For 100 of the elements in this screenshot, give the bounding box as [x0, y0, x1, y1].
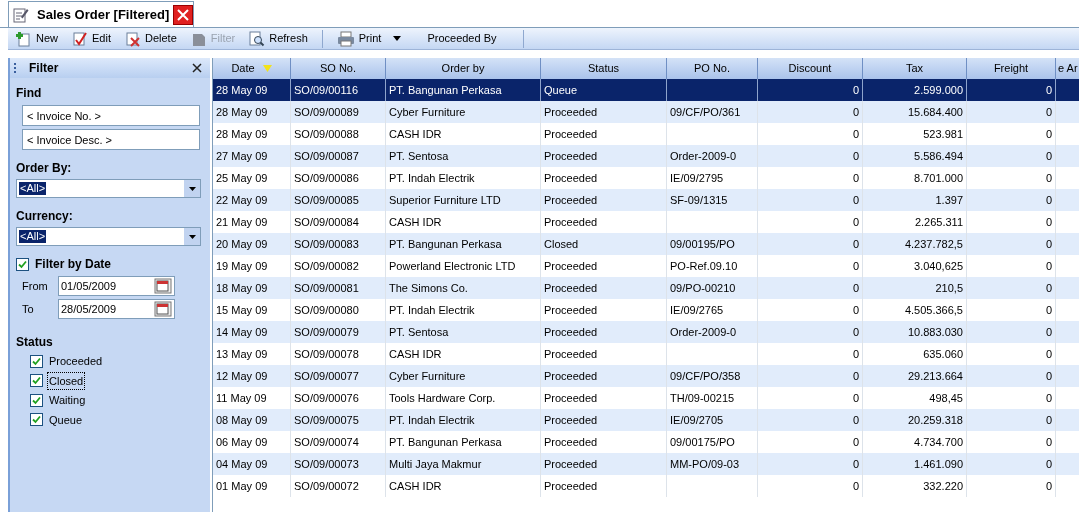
table-cell-text: SO/09/00077 — [294, 368, 359, 384]
checkbox[interactable] — [30, 393, 43, 407]
table-cell-text: Proceeded — [544, 412, 598, 428]
table-cell-text: SO/09/00079 — [294, 324, 359, 340]
table-cell-text: 15.684.400 — [907, 104, 963, 120]
table-cell-text: 8.701.000 — [914, 170, 963, 186]
table-cell-text: SO/09/00084 — [294, 214, 359, 230]
table-cell-text: 0 — [1045, 258, 1052, 274]
table-cell-text: 29.213.664 — [907, 368, 963, 384]
table-cell-text: Proceeded — [544, 104, 598, 120]
checkbox[interactable] — [30, 354, 43, 368]
proceeded-by-button[interactable]: Proceeded By — [411, 28, 513, 49]
toolbar-button[interactable]: Print — [332, 28, 406, 49]
table-cell-text: 10.883.030 — [907, 324, 963, 340]
caret-icon — [188, 186, 196, 191]
panel-title: Filter — [29, 60, 60, 77]
sort-arrow-icon — [262, 65, 272, 72]
checkbox[interactable] — [30, 374, 43, 388]
table-cell-text: 06 May 09 — [216, 434, 268, 450]
table-cell-text: SO/09/00083 — [294, 236, 359, 252]
table-cell-text: 15 May 09 — [216, 302, 268, 318]
table-cell-text: Cyber Furniture — [389, 104, 466, 120]
table-cell-text: 28 May 09 — [216, 104, 268, 120]
table-cell-text: Cyber Furniture — [389, 368, 466, 384]
table-cell-text: 20 May 09 — [216, 236, 268, 252]
table-row[interactable]: 14 May 09 SO/09/00079 PT. Sentosa Proceeded Order-2009-0 0 10.883.030 0 — [213, 321, 1079, 343]
table-cell-text: SO/09/00076 — [294, 390, 359, 406]
checkbox-label: Queue — [48, 412, 84, 428]
toolbar-button[interactable]: Edit — [68, 28, 115, 49]
table-row[interactable]: 04 May 09 SO/09/00073 Multi Jaya Makmur Proceeded MM-PO/09-03 0 1.461.090 0 — [213, 453, 1079, 475]
table-cell-text: 2.599.000 — [914, 82, 963, 98]
table-cell-text: Order-2009-0 — [670, 324, 737, 340]
calendar-icon[interactable] — [154, 301, 172, 317]
tab-title: Sales Order [Filtered] — [37, 5, 170, 24]
field-label: Order By: — [16, 160, 73, 177]
toolbar-button[interactable]: Refresh — [245, 28, 312, 49]
table-cell-text: CASH IDR — [389, 214, 442, 230]
toolbar-button[interactable]: Delete — [121, 28, 181, 49]
table-cell-text: PT. Sentosa — [389, 324, 449, 340]
table-cell-text: 22 May 09 — [216, 192, 268, 208]
table-cell-text: CASH IDR — [389, 346, 442, 362]
table-cell-text: SO/09/00087 — [294, 148, 359, 164]
dropdown-field[interactable]: <All> — [16, 179, 201, 198]
table-cell-text: 0 — [1045, 104, 1052, 120]
table-row[interactable]: 12 May 09 SO/09/00077 Cyber Furniture Proceeded 09/CF/PO/358 0 29.213.664 0 — [213, 365, 1079, 387]
table-cell-text: 09/CF/PO/361 — [670, 104, 741, 120]
table-row[interactable]: 27 May 09 SO/09/00087 PT. Sentosa Proceeded Order-2009-0 0 5.586.494 0 — [213, 145, 1079, 167]
table-cell-text: 0 — [1045, 434, 1052, 450]
table-row[interactable]: 08 May 09 SO/09/00075 PT. Indah Electrik Proceeded IE/09/2705 0 20.259.318 0 — [213, 409, 1079, 431]
caret-icon — [393, 36, 402, 41]
checkbox-label: Closed — [47, 371, 86, 390]
document-tab[interactable]: Sales Order [Filtered] — [8, 1, 195, 27]
table-cell-text: 19 May 09 — [216, 258, 268, 274]
date-field[interactable]: 28/05/2009 — [58, 299, 175, 319]
search-field[interactable]: < Invoice Desc. > — [22, 129, 200, 150]
new-document-icon — [16, 30, 32, 47]
search-field[interactable]: < Invoice No. > — [22, 105, 200, 126]
checkbox[interactable] — [30, 413, 43, 427]
table-row[interactable]: 28 May 09 SO/09/00089 Cyber Furniture Proceeded 09/CF/PO/361 0 15.684.400 0 — [213, 101, 1079, 123]
close-icon[interactable] — [192, 63, 202, 73]
table-cell-text: 11 May 09 — [216, 390, 267, 406]
table-cell-text: 0 — [1045, 280, 1052, 296]
table-cell-text: Multi Jaya Makmur — [389, 456, 482, 472]
checkbox[interactable] — [16, 257, 29, 271]
table-cell-text: SO/09/00089 — [294, 104, 359, 120]
table-cell-text: 0 — [1045, 192, 1052, 208]
table-row[interactable]: 18 May 09 SO/09/00081 The Simons Co. Proceeded 09/PO-00210 0 210,5 0 — [213, 277, 1079, 299]
calendar-icon[interactable] — [154, 278, 172, 294]
table-cell-text: 0 — [1045, 456, 1052, 472]
table-cell-text: 1.461.090 — [914, 456, 963, 472]
toolbar-button[interactable]: New — [12, 28, 62, 49]
table-cell-text: 04 May 09 — [216, 456, 268, 472]
table-cell-text: 0 — [852, 170, 859, 186]
table-cell-text: 0 — [1045, 170, 1052, 186]
table-cell-text: 0 — [852, 456, 859, 472]
table-cell-text: PT. Bangunan Perkasa — [389, 236, 502, 252]
table-cell-text: 09/00195/PO — [670, 236, 735, 252]
close-icon[interactable] — [173, 4, 194, 25]
table-cell-text: PO-Ref.09.10 — [670, 258, 738, 274]
table-cell-text: Closed — [544, 236, 579, 252]
table-cell-text: SO/09/00082 — [294, 258, 359, 274]
table-cell-text: 0 — [852, 192, 859, 208]
table-row[interactable]: 28 May 09 SO/09/00116 PT. Bangunan Perkasa Queue 0 2.599.000 0 — [213, 79, 1079, 101]
table-cell-text: 0 — [852, 148, 859, 164]
table-cell-text: The Simons Co. — [389, 280, 468, 296]
date-field[interactable]: 01/05/2009 — [58, 276, 175, 296]
table-cell-text: IE/09/2765 — [670, 302, 724, 318]
section-label: Find — [16, 85, 43, 102]
table-row[interactable]: 20 May 09 SO/09/00083 PT. Bangunan Perkasa Closed 09/00195/PO 0 4.237.782,5 0 — [213, 233, 1079, 255]
table-cell-text: PT. Indah Electrik — [389, 412, 475, 428]
table-cell-text: SO/09/00078 — [294, 346, 359, 362]
table-cell-text: 09/CF/PO/358 — [670, 368, 741, 384]
grip-icon — [14, 62, 17, 74]
table-cell-text: PT. Indah Electrik — [389, 170, 475, 186]
table-row[interactable]: 22 May 09 SO/09/00085 Superior Furniture LTD Proceeded SF-09/1315 0 1.397 0 — [213, 189, 1079, 211]
table-cell-text: 0 — [852, 280, 859, 296]
table-cell-text: IE/09/2795 — [670, 170, 724, 186]
dropdown-field[interactable]: <All> — [16, 227, 201, 246]
table-cell-text: 09/00175/PO — [670, 434, 735, 450]
table-cell-text: 0 — [1045, 390, 1052, 406]
